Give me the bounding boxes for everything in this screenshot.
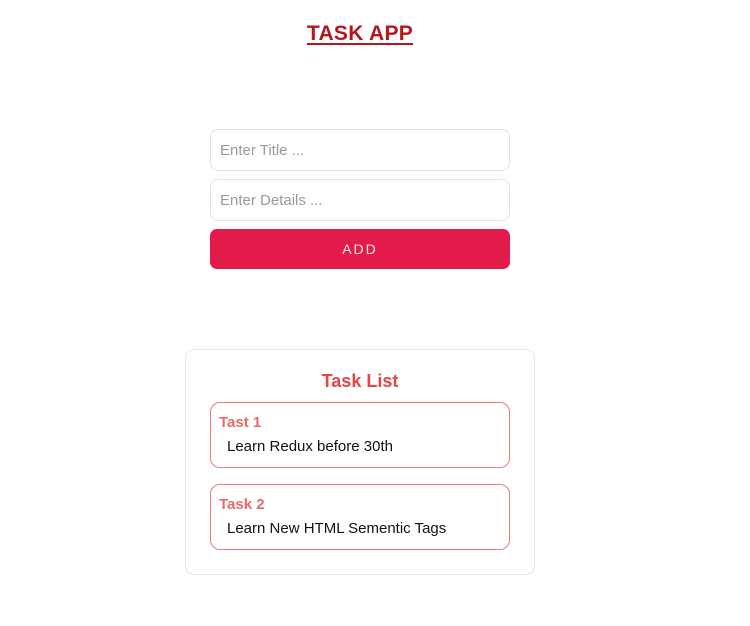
task-details: Learn Redux before 30th: [227, 438, 393, 455]
details-input[interactable]: [210, 179, 510, 221]
task-list-heading: Task List: [321, 371, 399, 391]
title-input[interactable]: [210, 129, 510, 171]
app-title: TASK APP: [306, 22, 414, 45]
task-item[interactable]: Tast 1 Learn Redux before 30th: [210, 402, 510, 468]
task-title: Tast 1: [219, 414, 262, 431]
task-list-card: Task List Tast 1 Learn Redux before 30th…: [185, 349, 535, 575]
task-title: Task 2: [219, 496, 265, 513]
task-form: ADD: [210, 129, 510, 269]
task-details: Learn New HTML Sementic Tags: [227, 520, 447, 537]
add-button[interactable]: ADD: [210, 229, 510, 269]
task-item[interactable]: Task 2 Learn New HTML Sementic Tags: [210, 484, 510, 550]
